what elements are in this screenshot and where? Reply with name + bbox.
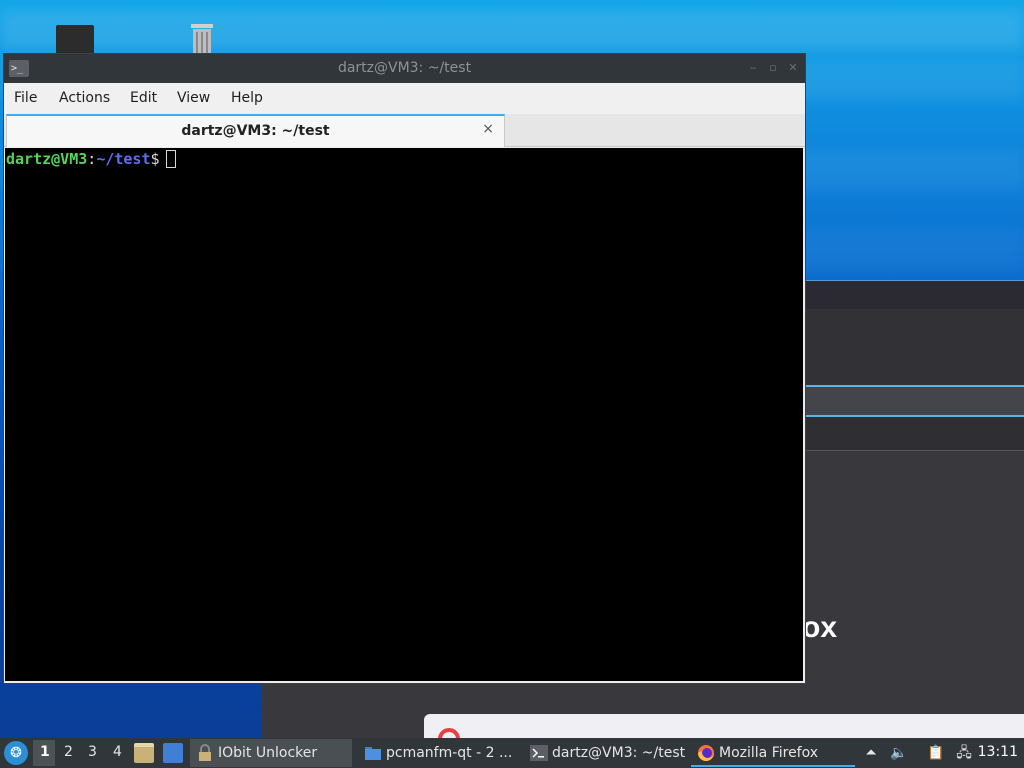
clock[interactable]: 13:11 (978, 744, 1018, 760)
firefox-icon (697, 744, 715, 762)
taskbar: ❂ 1 2 3 4 IObit Unlocker pcmanfm-qt - 2 … (0, 738, 1024, 768)
terminal-output[interactable]: dartz@VM3:~/test$ (5, 148, 803, 681)
tab-bar: dartz@VM3: ~/test × (4, 114, 805, 147)
prompt-user-host: dartz@VM3 (6, 150, 88, 168)
workspace-2[interactable]: 2 (64, 744, 73, 760)
task-terminal[interactable]: dartz@VM3: ~/test (524, 739, 688, 767)
menu-edit[interactable]: Edit (130, 90, 157, 106)
menu-help[interactable]: Help (231, 90, 263, 106)
iobit-lock-icon (196, 744, 214, 762)
prompt-separator: : (87, 150, 97, 168)
task-label: pcmanfm-qt - 2 ... (386, 745, 513, 761)
text-cursor (165, 150, 176, 168)
task-pcmanfm[interactable]: pcmanfm-qt - 2 ... (358, 739, 518, 767)
network-icon[interactable]: 🖧 (954, 743, 974, 763)
menu-actions[interactable]: Actions (59, 90, 110, 106)
window-titlebar[interactable]: >_ dartz@VM3: ~/test ‒ ▫ ✕ (4, 54, 805, 83)
clipboard-icon[interactable]: 📋 (926, 743, 946, 763)
firefox-logo-text: ox (802, 611, 838, 644)
trash-icon[interactable] (185, 24, 219, 56)
tray-expand-icon[interactable]: ⏶ (861, 743, 881, 763)
close-icon[interactable]: ✕ (787, 62, 799, 74)
minimize-icon[interactable]: ‒ (747, 62, 759, 74)
terminal-icon (530, 744, 548, 762)
task-iobit-unlocker[interactable]: IObit Unlocker (190, 739, 352, 767)
task-label: IObit Unlocker (218, 745, 318, 761)
window-title: dartz@VM3: ~/test (337, 60, 472, 76)
terminal-window[interactable]: >_ dartz@VM3: ~/test ‒ ▫ ✕ File Actions … (3, 53, 806, 684)
tab-label: dartz@VM3: ~/test (181, 123, 330, 139)
task-firefox[interactable]: Mozilla Firefox (691, 739, 855, 767)
prompt-symbol: $ (150, 150, 160, 168)
workspace-4[interactable]: 4 (113, 744, 122, 760)
workspace-1[interactable]: 1 (40, 744, 50, 760)
menu-file[interactable]: File (14, 90, 37, 106)
folder-icon (364, 744, 382, 762)
tab-terminal[interactable]: dartz@VM3: ~/test × (6, 114, 505, 147)
task-label: dartz@VM3: ~/test (552, 745, 686, 761)
menu-bar: File Actions Edit View Help (4, 83, 805, 114)
start-menu-icon[interactable]: ❂ (4, 741, 28, 765)
maximize-icon[interactable]: ▫ (767, 62, 779, 74)
workspace-3[interactable]: 3 (88, 744, 97, 760)
menu-view[interactable]: View (177, 90, 210, 106)
file-manager-launcher-icon[interactable] (134, 743, 154, 763)
task-label: Mozilla Firefox (719, 745, 819, 761)
tab-close-icon[interactable]: × (482, 121, 494, 137)
prompt-path: ~/test (96, 150, 151, 168)
show-desktop-icon[interactable] (163, 743, 183, 763)
volume-icon[interactable]: 🔈 (889, 743, 909, 763)
